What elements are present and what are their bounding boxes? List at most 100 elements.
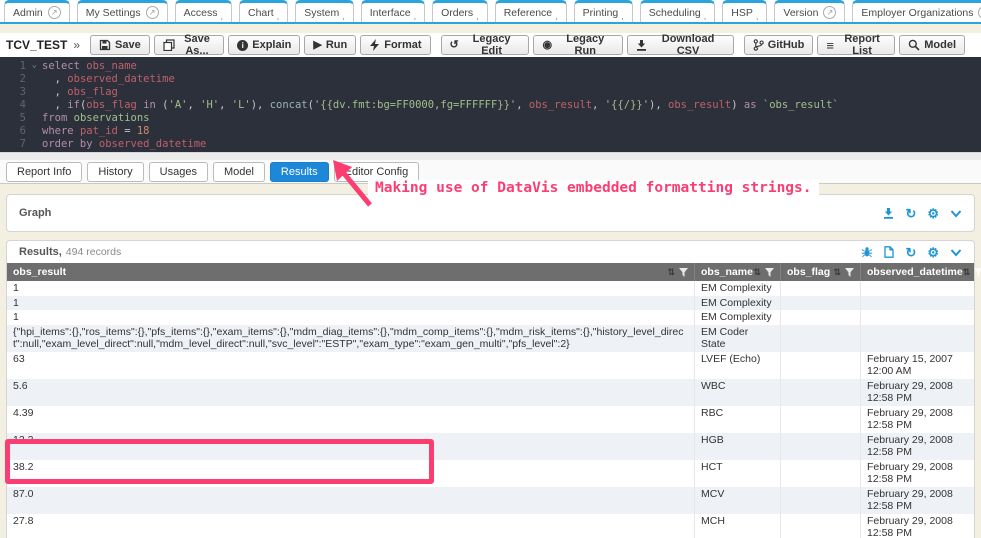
editor-divider bbox=[0, 152, 981, 160]
menu-icon: , bbox=[220, 11, 223, 21]
nav-tab-version[interactable]: Version↗ bbox=[774, 0, 845, 22]
cell-observed-datetime: February 29, 2008 12:58 PM bbox=[860, 379, 974, 406]
sql-editor[interactable]: Making use of DataVis embedded formattin… bbox=[0, 57, 981, 152]
download-icon bbox=[636, 40, 647, 51]
tab-results[interactable]: Results bbox=[270, 162, 329, 182]
column-header-observed-datetime[interactable]: observed_datetime⇅ bbox=[860, 263, 974, 281]
format-button[interactable]: Format bbox=[360, 35, 430, 55]
legacy-run-icon: ◉ bbox=[542, 40, 552, 51]
refresh-icon[interactable]: ↻ bbox=[905, 246, 916, 259]
save-button[interactable]: Save bbox=[90, 35, 150, 55]
save-as-button[interactable]: Save As... bbox=[154, 35, 225, 55]
sort-icon[interactable]: ⇅ bbox=[753, 268, 761, 277]
table-row: 27.8MCHFebruary 29, 2008 12:58 PM bbox=[7, 514, 974, 538]
tab-usages[interactable]: Usages bbox=[149, 162, 208, 182]
model-icon bbox=[908, 39, 920, 51]
nav-tab-label: Printing bbox=[583, 7, 619, 19]
legacy-edit-button[interactable]: ↺Legacy Edit bbox=[441, 35, 530, 55]
report-title: TCV_TEST bbox=[6, 38, 67, 52]
editor-line-5: 5from observations bbox=[0, 112, 981, 125]
cell-obs-name: HGB bbox=[694, 433, 780, 460]
nav-tab-label: My Settings bbox=[86, 7, 141, 19]
cell-obs-name: EM Complexity bbox=[694, 310, 780, 325]
editor-line-2: 2 , observed_datetime bbox=[0, 73, 981, 86]
column-controls: ⇅ bbox=[963, 268, 981, 277]
nav-tab-scheduling[interactable]: Scheduling, bbox=[640, 0, 715, 22]
cell-obs-result: 12.2 bbox=[7, 433, 694, 460]
download-csv-button[interactable]: Download CSV bbox=[627, 35, 733, 55]
popout-icon[interactable]: ↗ bbox=[146, 6, 159, 19]
cell-observed-datetime: February 29, 2008 12:58 PM bbox=[860, 433, 974, 460]
tab-report-info[interactable]: Report Info bbox=[6, 162, 82, 182]
button-label: Run bbox=[326, 39, 347, 51]
nav-tab-reference[interactable]: Reference, bbox=[495, 0, 567, 22]
github-button[interactable]: GitHub bbox=[744, 35, 814, 55]
filter-icon[interactable] bbox=[765, 268, 774, 277]
save-icon bbox=[99, 39, 111, 51]
cell-obs-result: 1 bbox=[7, 296, 694, 311]
column-label: obs_result bbox=[13, 266, 66, 278]
nav-tab-chart[interactable]: Chart, bbox=[239, 0, 288, 22]
results-panel-icons: ↻⚙ bbox=[861, 246, 962, 259]
nav-tab-interface[interactable]: Interface, bbox=[361, 0, 425, 22]
results-panel-title: Results, bbox=[19, 246, 62, 258]
bug-icon[interactable] bbox=[861, 246, 873, 258]
nav-tab-admin[interactable]: Admin↗ bbox=[4, 0, 70, 22]
collapse-icon[interactable] bbox=[950, 248, 962, 257]
refresh-icon[interactable]: ↻ bbox=[905, 207, 916, 220]
nav-tab-printing[interactable]: Printing, bbox=[574, 0, 633, 22]
column-header-obs-flag[interactable]: obs_flag⇅ bbox=[780, 263, 860, 281]
cell-obs-flag bbox=[780, 352, 860, 379]
filter-icon[interactable] bbox=[845, 268, 854, 277]
nav-tab-access[interactable]: Access, bbox=[175, 0, 232, 22]
cell-obs-name: HCT bbox=[694, 460, 780, 487]
report-list-button[interactable]: ≡Report List bbox=[817, 35, 895, 55]
cell-obs-flag bbox=[780, 433, 860, 460]
column-header-obs-result[interactable]: obs_result ⇅ bbox=[7, 263, 694, 281]
tab-model[interactable]: Model bbox=[213, 162, 265, 182]
collapse-icon[interactable] bbox=[950, 209, 962, 218]
nav-tab-employer-organizations[interactable]: Employer Organizations↗ bbox=[852, 0, 981, 22]
content-area: Graph ↻⚙ Results, 494 records ↻⚙ obs_res… bbox=[0, 184, 981, 538]
filter-icon[interactable] bbox=[679, 268, 688, 277]
nav-tab-system[interactable]: System, bbox=[295, 0, 354, 22]
nav-tab-orders[interactable]: Orders, bbox=[432, 0, 488, 22]
query-toolbar: TCV_TEST » SaveSave As...iExplain▶RunFor… bbox=[0, 33, 981, 57]
popout-icon[interactable]: ↗ bbox=[48, 6, 61, 19]
model-button[interactable]: Model bbox=[899, 35, 965, 55]
column-label: obs_name bbox=[701, 266, 753, 278]
new-doc-icon[interactable] bbox=[884, 246, 894, 258]
toolbar-buttons: SaveSave As...iExplain▶RunFormat ↺Legacy … bbox=[90, 35, 975, 55]
column-controls: ⇅ bbox=[753, 268, 774, 277]
code-text: select obs_name bbox=[30, 60, 137, 73]
nav-tab-label: Employer Organizations bbox=[861, 7, 973, 19]
download-icon[interactable] bbox=[883, 208, 894, 219]
sort-icon[interactable]: ⇅ bbox=[963, 268, 971, 277]
cell-obs-name: EM Complexity bbox=[694, 296, 780, 311]
editor-line-6: 6where pat_id = 18 bbox=[0, 125, 981, 138]
top-nav: Admin↗ My Settings ↗ Access, Chart, System, In… bbox=[0, 0, 981, 24]
explain-button[interactable]: iExplain bbox=[228, 35, 300, 55]
graph-panel-icons: ↻⚙ bbox=[883, 207, 962, 220]
cell-obs-result: 1 bbox=[7, 281, 694, 296]
sort-icon[interactable]: ⇅ bbox=[667, 268, 675, 277]
nav-tab-label: System bbox=[304, 7, 339, 19]
run-button[interactable]: ▶Run bbox=[304, 35, 356, 55]
table-row: 63LVEF (Echo)February 15, 2007 12:00 AM bbox=[7, 352, 974, 379]
table-row: 5.6WBCFebruary 29, 2008 12:58 PM bbox=[7, 379, 974, 406]
gear-icon[interactable]: ⚙ bbox=[927, 207, 939, 220]
tab-history[interactable]: History bbox=[87, 162, 143, 182]
filter-icon[interactable] bbox=[974, 268, 981, 277]
gear-icon[interactable]: ⚙ bbox=[927, 246, 939, 259]
fold-icon[interactable]: ⌄ bbox=[32, 59, 37, 72]
legacy-run-button[interactable]: ◉Legacy Run bbox=[533, 35, 623, 55]
report-title-chevron[interactable]: » bbox=[73, 38, 80, 52]
cell-obs-name: WBC bbox=[694, 379, 780, 406]
nav-tab-my-settings[interactable]: My Settings ↗ bbox=[77, 0, 168, 22]
popout-icon[interactable]: ↗ bbox=[823, 6, 836, 19]
cell-observed-datetime bbox=[860, 296, 974, 311]
nav-tab-hsp[interactable]: HSP, bbox=[722, 0, 767, 22]
sort-icon[interactable]: ⇅ bbox=[833, 268, 841, 277]
column-header-obs-name[interactable]: obs_name⇅ bbox=[694, 263, 780, 281]
table-row: 1EM Complexity bbox=[7, 281, 974, 296]
